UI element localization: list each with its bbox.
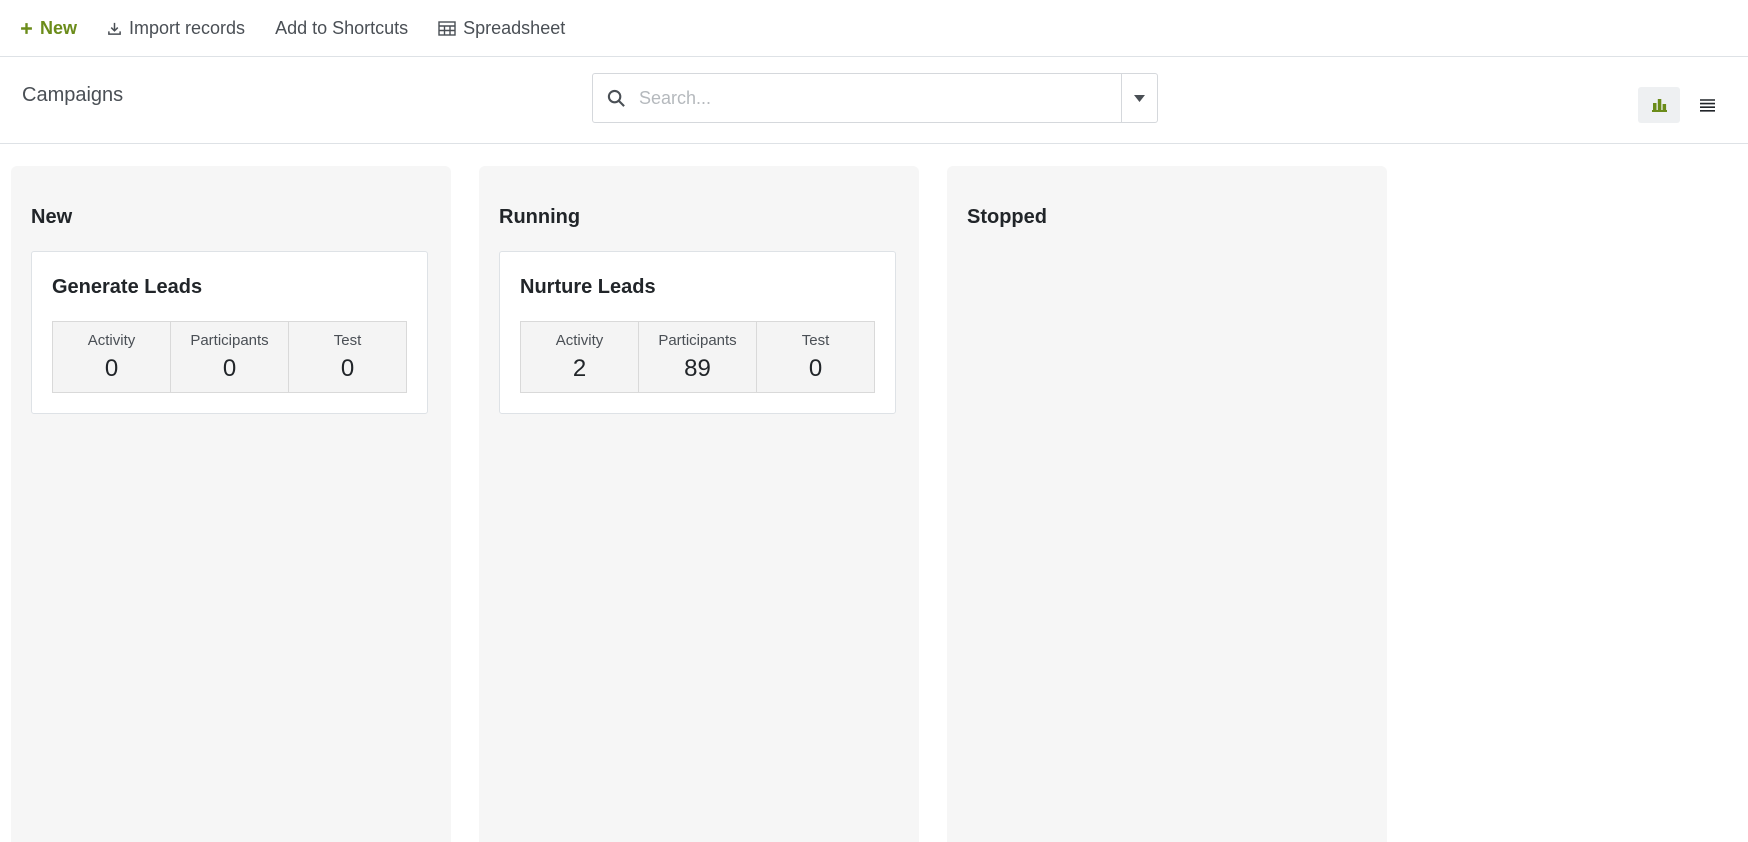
stat-value: 0: [808, 354, 823, 382]
list-view-button[interactable]: [1686, 87, 1728, 123]
control-panel: New Import records Add to Shortcuts Spre…: [0, 0, 1748, 57]
column-title: New: [31, 206, 73, 228]
stat-participants[interactable]: Participants 89: [639, 322, 757, 392]
stat-value: 89: [684, 354, 711, 382]
stat-label: Test: [801, 331, 830, 349]
search-options-toggle[interactable]: [1121, 74, 1157, 122]
stat-value: 2: [572, 354, 587, 382]
table-icon: [438, 20, 456, 36]
page-title: Campaigns: [22, 84, 124, 106]
card-title: Nurture Leads: [520, 276, 656, 298]
spreadsheet-button[interactable]: Spreadsheet: [438, 18, 565, 39]
kanban-column-new: New Generate Leads Activity 0 Participan…: [11, 166, 451, 842]
stat-label: Activity: [555, 331, 604, 349]
stat-label: Test: [333, 331, 362, 349]
column-title: Running: [499, 206, 581, 228]
add-to-shortcuts-label: Add to Shortcuts: [275, 17, 409, 38]
stat-value: 0: [104, 354, 119, 382]
stat-participants[interactable]: Participants 0: [171, 322, 289, 392]
stat-value: 0: [340, 354, 355, 382]
spreadsheet-label: Spreadsheet: [463, 17, 566, 38]
import-records-label: Import records: [129, 17, 246, 38]
bar-chart-icon: [1651, 99, 1667, 112]
download-icon: [107, 21, 122, 36]
view-switcher: [1638, 87, 1728, 123]
stat-activity[interactable]: Activity 0: [53, 322, 171, 392]
stat-label: Participants: [190, 331, 269, 349]
card-stats: Activity 0 Participants 0 Test 0: [52, 321, 407, 393]
kanban-card[interactable]: Generate Leads Activity 0 Participants 0…: [31, 251, 428, 414]
stat-label: Activity: [87, 331, 136, 349]
search-input[interactable]: [639, 74, 1121, 122]
kanban-board: New Generate Leads Activity 0 Participan…: [0, 144, 1748, 842]
stat-test[interactable]: Test 0: [289, 322, 406, 392]
caret-down-icon: [1134, 94, 1145, 102]
search-bar: [592, 73, 1158, 123]
plus-icon: [20, 22, 33, 35]
column-title: Stopped: [967, 206, 1047, 228]
new-button[interactable]: New: [20, 18, 77, 39]
card-stats: Activity 2 Participants 89 Test 0: [520, 321, 875, 393]
search-icon: [593, 89, 639, 108]
import-records-button[interactable]: Import records: [107, 18, 245, 39]
kanban-view-button[interactable]: [1638, 87, 1680, 123]
kanban-card[interactable]: Nurture Leads Activity 2 Participants 89…: [499, 251, 896, 414]
kanban-column-running: Running Nurture Leads Activity 2 Partici…: [479, 166, 919, 842]
page-header: Campaigns: [0, 57, 1748, 144]
stat-label: Participants: [658, 331, 737, 349]
add-to-shortcuts-button[interactable]: Add to Shortcuts: [275, 18, 408, 39]
list-icon: [1699, 98, 1715, 112]
stat-test[interactable]: Test 0: [757, 322, 874, 392]
kanban-column-stopped: Stopped: [947, 166, 1387, 842]
card-title: Generate Leads: [52, 276, 203, 298]
new-button-label: New: [40, 17, 78, 38]
stat-activity[interactable]: Activity 2: [521, 322, 639, 392]
stat-value: 0: [222, 354, 237, 382]
